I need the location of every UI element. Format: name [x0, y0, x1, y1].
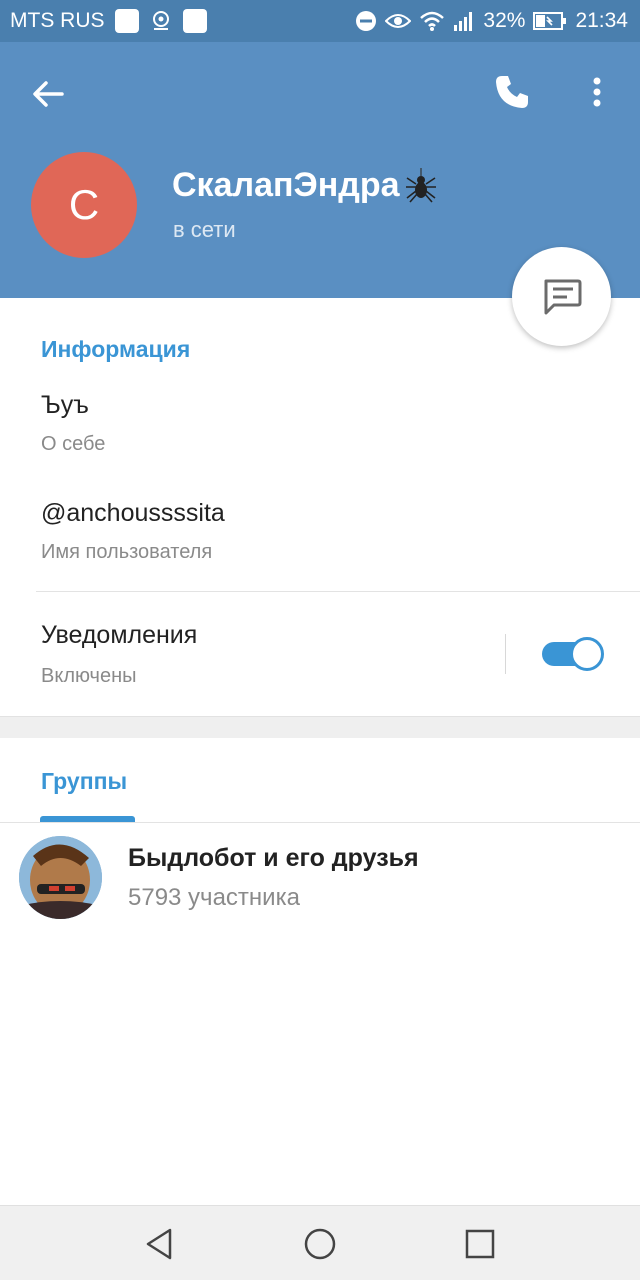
avatar-letter: С [68, 181, 100, 228]
clock: 21:34 [575, 9, 628, 32]
notifications-toggle[interactable] [540, 636, 604, 672]
name-row: СкалапЭндра [172, 166, 438, 205]
spider-emoji-icon [405, 167, 436, 203]
more-vert-icon[interactable] [576, 68, 616, 116]
divider [36, 591, 640, 592]
eye-icon [385, 14, 412, 28]
notifications-label: Включены [41, 665, 137, 687]
section-separator [0, 716, 640, 738]
vertical-divider [505, 634, 506, 674]
system-nav-bar [0, 1205, 640, 1280]
online-status: в сети [173, 217, 236, 242]
list-item[interactable]: Быдлобот и его друзья 5793 участника [0, 824, 640, 928]
dnd-icon [356, 11, 377, 31]
signal-icon [454, 12, 473, 31]
wifi-icon [420, 11, 445, 31]
tabs-divider [0, 822, 640, 823]
message-icon [544, 279, 581, 314]
avatar[interactable]: С [31, 152, 137, 258]
group-members-count: 5793 участника [128, 884, 300, 911]
notification-icon [114, 9, 139, 33]
phone-icon[interactable] [488, 68, 536, 116]
tab-groups[interactable]: Группы [41, 768, 127, 795]
carrier-label: MTS RUS [10, 9, 105, 32]
back-arrow-icon[interactable] [24, 70, 72, 118]
nav-home-icon[interactable] [300, 1224, 340, 1264]
group-avatar [19, 836, 102, 919]
nav-back-icon[interactable] [140, 1224, 180, 1264]
notifications-value[interactable]: Уведомления [41, 621, 197, 650]
group-name: Быдлобот и его друзья [128, 844, 419, 872]
hotspot-icon [152, 11, 169, 30]
profile-name: СкалапЭндра [172, 166, 400, 204]
username-value[interactable]: @anchoussssita [41, 499, 225, 528]
status-bar: MTS RUS 32% 21:34 [0, 0, 640, 42]
battery-percent: 32% [483, 9, 526, 32]
toggle-knob [570, 637, 604, 671]
username-label: Имя пользователя [41, 541, 213, 563]
info-section-title: Информация [41, 336, 191, 362]
notification-icon-2 [182, 9, 207, 33]
battery-icon [533, 12, 567, 30]
nav-recents-icon[interactable] [460, 1224, 500, 1264]
bio-value[interactable]: Ъуъ [41, 391, 89, 420]
bio-label: О себе [41, 433, 106, 455]
send-message-button[interactable] [512, 247, 611, 346]
